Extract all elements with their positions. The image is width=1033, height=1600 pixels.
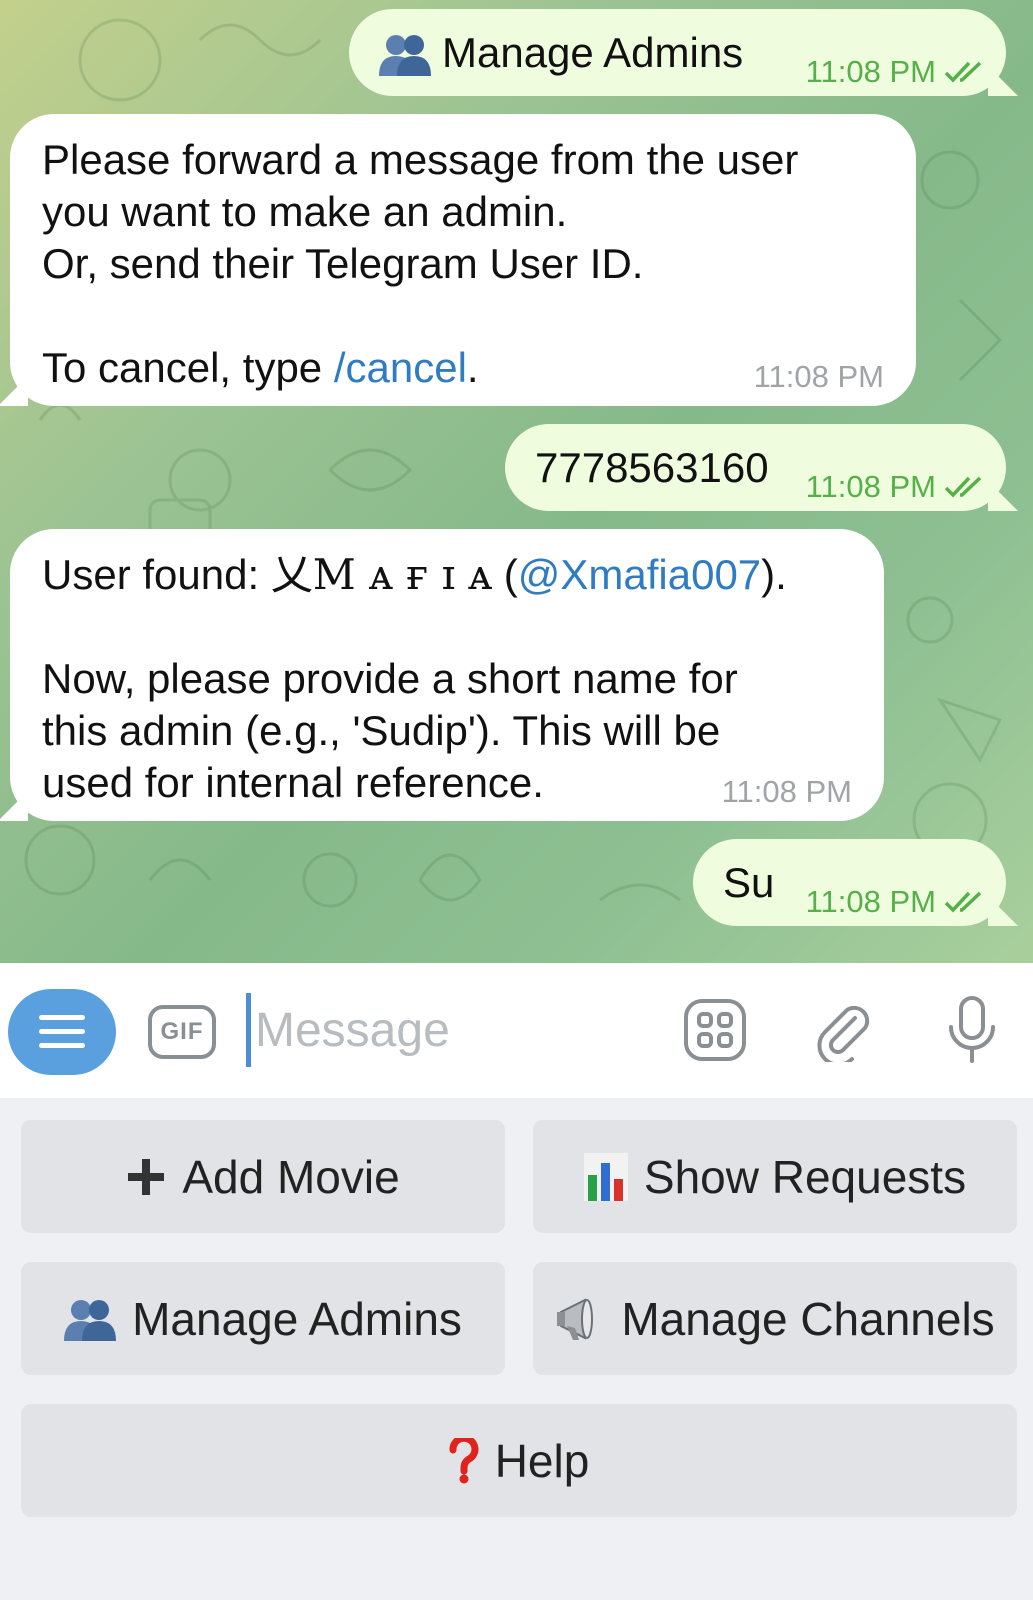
hamburger-icon: [39, 1015, 85, 1048]
message-input-bar: GIF: [0, 963, 1033, 1098]
message-bubble-outgoing[interactable]: Su 11:08 PM: [693, 839, 1018, 926]
double-check-icon: [944, 891, 982, 913]
sticker-icon: [684, 999, 746, 1061]
message-time: 11:08 PM: [805, 469, 936, 504]
double-check-icon: [944, 476, 982, 498]
help-button[interactable]: Help: [21, 1404, 1017, 1517]
message-punctuation: (: [492, 551, 518, 598]
add-movie-button[interactable]: Add Movie: [21, 1120, 505, 1233]
message-bubble-incoming[interactable]: Please forward a message from the user y…: [0, 114, 916, 406]
message-line: you want to make an admin.: [42, 188, 568, 235]
message-bubble-incoming[interactable]: User found: 乂M ᴀ ғ ɪ ᴀ (@Xmafia007). Now…: [0, 529, 884, 821]
message-time: 11:08 PM: [753, 359, 884, 394]
gif-label: GIF: [160, 1018, 204, 1045]
message-text: 7778563160: [535, 444, 769, 491]
gif-button[interactable]: GIF: [148, 1005, 216, 1059]
manage-admins-label: Manage Admins: [132, 1292, 462, 1345]
bar-chart-icon: [583, 1152, 628, 1201]
message-line: used for internal reference.: [42, 759, 544, 806]
megaphone-icon: [555, 1294, 605, 1344]
message-time: 11:08 PM: [805, 884, 936, 919]
message-line: Or, send their Telegram User ID.: [42, 240, 644, 287]
user-display-name: 乂M ᴀ ғ ɪ ᴀ: [270, 550, 493, 599]
message-meta: 11:08 PM: [806, 55, 988, 89]
manage-admins-button[interactable]: Manage Admins: [21, 1262, 505, 1375]
chat-area: Manage Admins 11:08 PM Please forward a …: [0, 0, 1033, 963]
message-bubble-outgoing[interactable]: 7778563160 11:08 PM: [505, 424, 1018, 511]
attach-button[interactable]: [808, 995, 878, 1065]
cancel-command-link[interactable]: /cancel: [334, 344, 467, 391]
help-label: Help: [494, 1434, 590, 1487]
voice-message-button[interactable]: [937, 995, 1007, 1065]
admins-icon: [64, 1297, 117, 1341]
message-meta: 11:08 PM: [806, 470, 988, 504]
message-line: Now, please provide a short name for: [42, 655, 738, 702]
bot-reply-keyboard: Add Movie Show Requests Manage Admins Ma…: [0, 1098, 1033, 1600]
message-text: Su: [723, 859, 775, 906]
paperclip-icon: [817, 1005, 870, 1062]
show-requests-label: Show Requests: [643, 1150, 967, 1203]
question-icon: [449, 1437, 479, 1484]
message-punctuation: ).: [761, 551, 787, 598]
show-requests-button[interactable]: Show Requests: [533, 1120, 1017, 1233]
microphone-icon: [949, 996, 995, 1063]
message-input[interactable]: [246, 993, 666, 1067]
double-check-icon: [944, 61, 982, 83]
message-time: 11:08 PM: [805, 54, 936, 89]
message-line: Please forward a message from the user: [42, 136, 799, 183]
bot-menu-button[interactable]: [8, 989, 116, 1075]
message-line: this admin (e.g., 'Sudip'). This will be: [42, 707, 721, 754]
message-line: To cancel, type: [42, 344, 334, 391]
sticker-emoji-button[interactable]: [680, 995, 750, 1065]
plus-icon: [126, 1157, 166, 1197]
username-link[interactable]: @Xmafia007: [518, 551, 761, 598]
message-time: 11:08 PM: [721, 774, 852, 809]
manage-channels-button[interactable]: Manage Channels: [533, 1262, 1017, 1375]
message-line: User found:: [42, 551, 271, 598]
add-movie-label: Add Movie: [182, 1150, 400, 1203]
message-meta: 11:08 PM: [806, 885, 988, 919]
message-punctuation: .: [466, 344, 479, 391]
admins-icon: [379, 32, 431, 88]
message-bubble-outgoing[interactable]: Manage Admins 11:08 PM: [349, 9, 1018, 96]
manage-channels-label: Manage Channels: [621, 1292, 995, 1345]
message-text: Manage Admins: [442, 29, 744, 76]
